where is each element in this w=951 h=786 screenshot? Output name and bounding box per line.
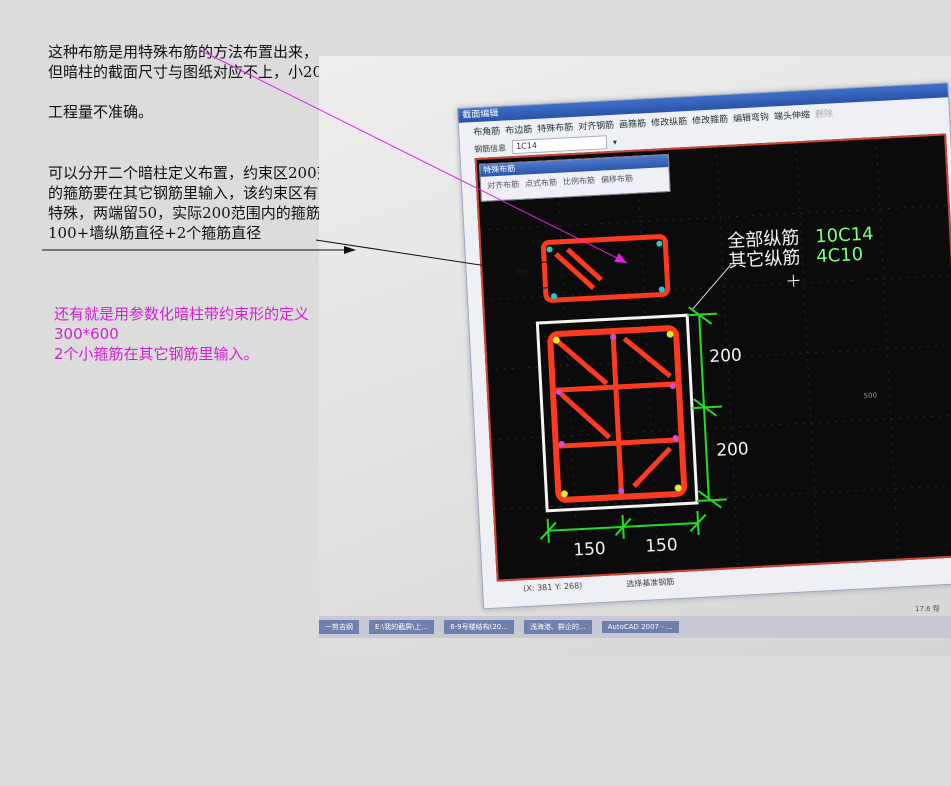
black-pointer-line [315,239,527,273]
black-arrowhead-icon-2 [515,267,528,275]
annotation-overlay [42,49,628,289]
black-arrowhead-icon-1 [344,246,356,254]
magenta-pointer-line [199,49,628,264]
highlight-circle [526,261,562,289]
